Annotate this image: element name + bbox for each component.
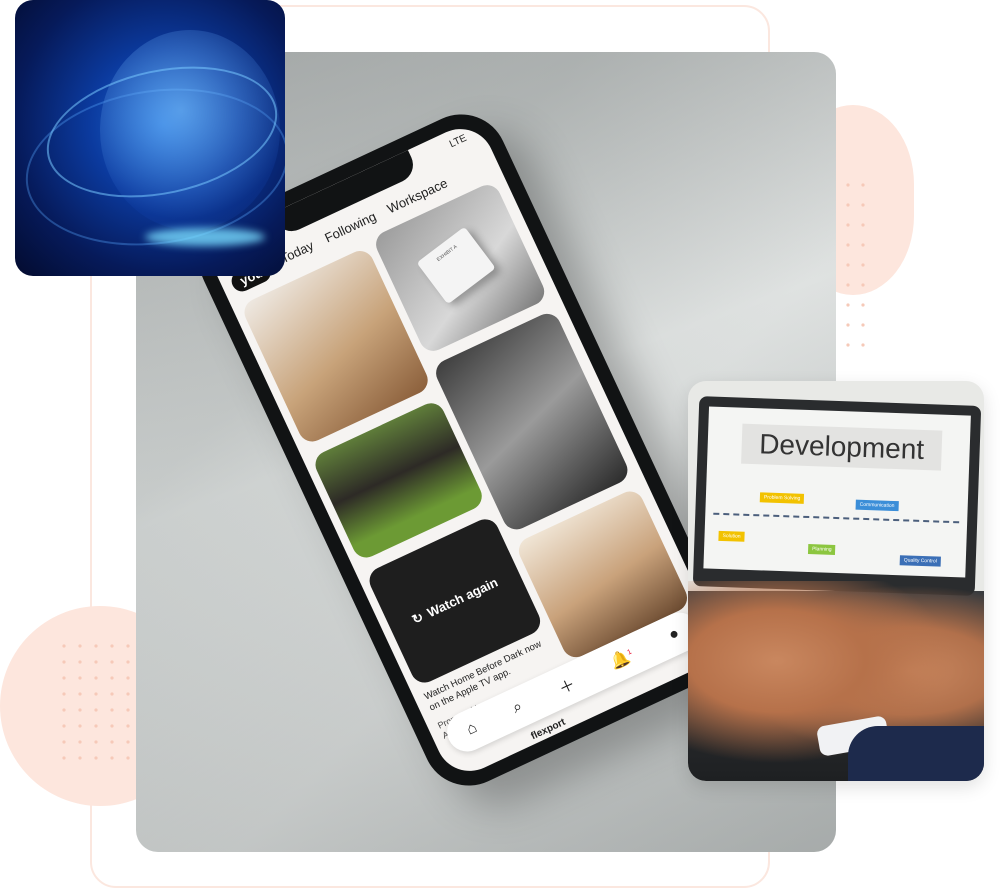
notification-badge: 1: [626, 648, 633, 657]
search-icon[interactable]: ⌕: [510, 698, 526, 718]
bell-icon[interactable]: 🔔1: [607, 645, 637, 673]
status-bar: LTE: [447, 132, 469, 151]
laptop-display: Development Problem Solving Solution Pla…: [703, 406, 971, 578]
profile-icon[interactable]: ●: [666, 625, 682, 645]
watch-again-label: Watch again: [424, 574, 501, 621]
tag-solution: Solution: [718, 530, 745, 542]
tab-following[interactable]: Following: [322, 209, 381, 251]
box-label: EXHIBIT A: [435, 243, 459, 264]
plus-icon[interactable]: ＋: [554, 671, 579, 700]
tag-quality-control: Quality Control: [899, 555, 942, 567]
dot-grid-right: [843, 180, 873, 350]
suit-sleeve: [848, 726, 984, 781]
development-title: Development: [741, 423, 943, 471]
timeline-line: [713, 512, 960, 524]
home-icon[interactable]: ⌂: [464, 719, 480, 739]
exhibit-box: EXHIBIT A: [416, 226, 496, 305]
laptop-screen: Development Problem Solving Solution Pla…: [692, 396, 982, 596]
globe-image-card: [15, 0, 285, 276]
tag-planning: Planning: [807, 544, 836, 555]
globe-glow: [145, 228, 265, 246]
refresh-icon: ↻: [409, 608, 426, 627]
tag-problem-solving: Problem Solving: [759, 492, 805, 504]
tag-communication: Communication: [855, 499, 899, 512]
laptop-image-card: Development Problem Solving Solution Pla…: [688, 381, 984, 781]
